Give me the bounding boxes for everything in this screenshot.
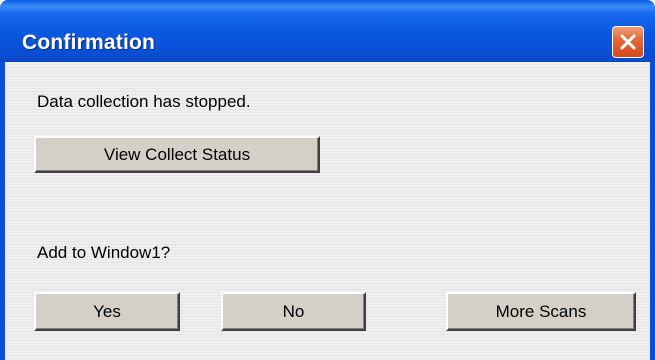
confirmation-dialog: Confirmation Data collection has stopped…	[0, 0, 655, 360]
close-x-icon	[618, 32, 638, 52]
question-message: Add to Window1?	[37, 243, 171, 262]
no-button[interactable]: No	[221, 292, 366, 331]
close-button[interactable]	[612, 26, 644, 58]
dialog-body: Data collection has stopped. View Collec…	[5, 62, 650, 360]
title-bar[interactable]: Confirmation	[0, 0, 655, 62]
dialog-title: Confirmation	[22, 31, 156, 54]
status-message: Data collection has stopped.	[37, 92, 251, 111]
view-collect-status-button[interactable]: View Collect Status	[34, 136, 320, 173]
yes-button[interactable]: Yes	[34, 292, 180, 331]
more-scans-button[interactable]: More Scans	[446, 292, 636, 331]
